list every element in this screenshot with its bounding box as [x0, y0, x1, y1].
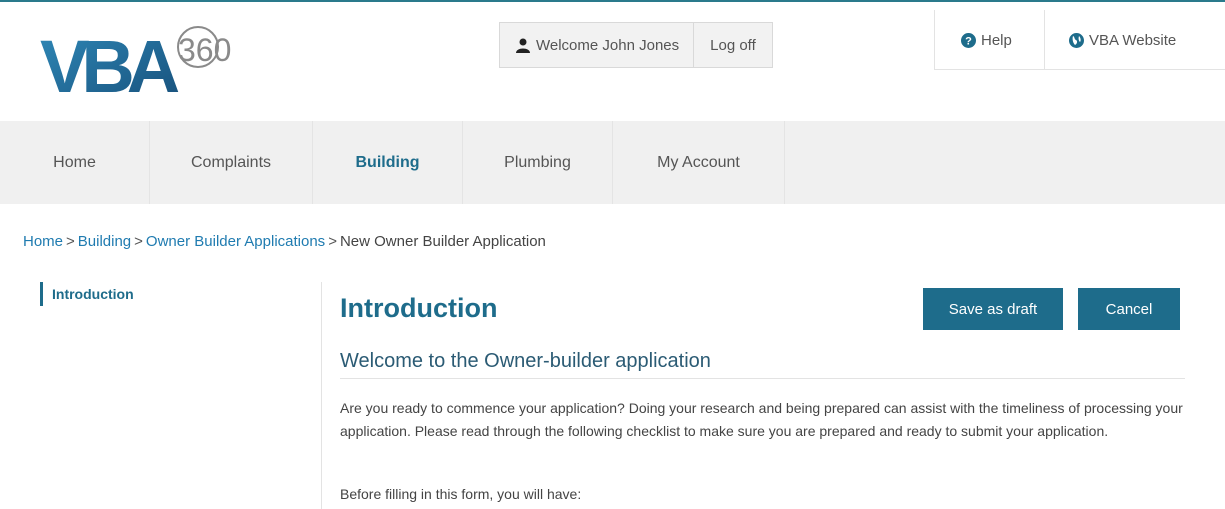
- sidebar-item-introduction[interactable]: Introduction: [40, 282, 134, 306]
- svg-text:?: ?: [965, 36, 972, 48]
- breadcrumb-owner-builder-applications[interactable]: Owner Builder Applications: [146, 233, 325, 250]
- vba-website-label: VBA Website: [1089, 32, 1177, 49]
- subtitle-divider: [340, 378, 1185, 379]
- nav-plumbing[interactable]: Plumbing: [463, 121, 613, 204]
- breadcrumb-separator: >: [328, 233, 337, 250]
- breadcrumb-home[interactable]: Home: [23, 233, 63, 250]
- breadcrumb: Home > Building > Owner Builder Applications…: [23, 233, 546, 250]
- question-circle-icon: ?: [961, 33, 976, 48]
- breadcrumb-separator: >: [134, 233, 143, 250]
- top-accent-line: [0, 0, 1225, 2]
- nav-home[interactable]: Home: [0, 121, 150, 204]
- nav-complaints[interactable]: Complaints: [150, 121, 313, 204]
- user-session-box: Welcome John Jones Log off: [499, 22, 773, 68]
- logoff-button[interactable]: Log off: [694, 23, 772, 67]
- vba-website-link[interactable]: VBA Website: [1045, 10, 1176, 69]
- help-link[interactable]: ? Help: [935, 10, 1045, 69]
- welcome-text: Welcome John Jones: [536, 36, 680, 54]
- logo-text: VBA: [40, 25, 179, 108]
- main-nav: Home Complaints Building Plumbing My Acc…: [0, 121, 1225, 204]
- vba360-logo[interactable]: VBA 360: [40, 20, 270, 110]
- welcome-user: Welcome John Jones: [500, 23, 695, 67]
- section-subtitle: Welcome to the Owner-builder application: [340, 350, 711, 372]
- intro-paragraph: Are you ready to commence your applicati…: [340, 400, 1183, 439]
- globe-icon: [1069, 33, 1084, 48]
- breadcrumb-separator: >: [66, 233, 75, 250]
- checklist-intro: Before filling in this form, you will ha…: [340, 486, 582, 502]
- user-icon: [516, 38, 530, 53]
- cancel-button[interactable]: Cancel: [1078, 288, 1180, 330]
- top-links: ? Help VBA Website: [934, 10, 1225, 70]
- content-divider: [321, 282, 322, 509]
- breadcrumb-building[interactable]: Building: [78, 233, 131, 250]
- breadcrumb-current: New Owner Builder Application: [339, 233, 546, 250]
- save-draft-button[interactable]: Save as draft: [923, 288, 1063, 330]
- nav-building[interactable]: Building: [313, 121, 463, 204]
- help-label: Help: [981, 32, 1012, 49]
- page-title: Introduction: [340, 293, 498, 323]
- logo-badge: 360: [178, 32, 231, 68]
- nav-my-account[interactable]: My Account: [613, 121, 785, 204]
